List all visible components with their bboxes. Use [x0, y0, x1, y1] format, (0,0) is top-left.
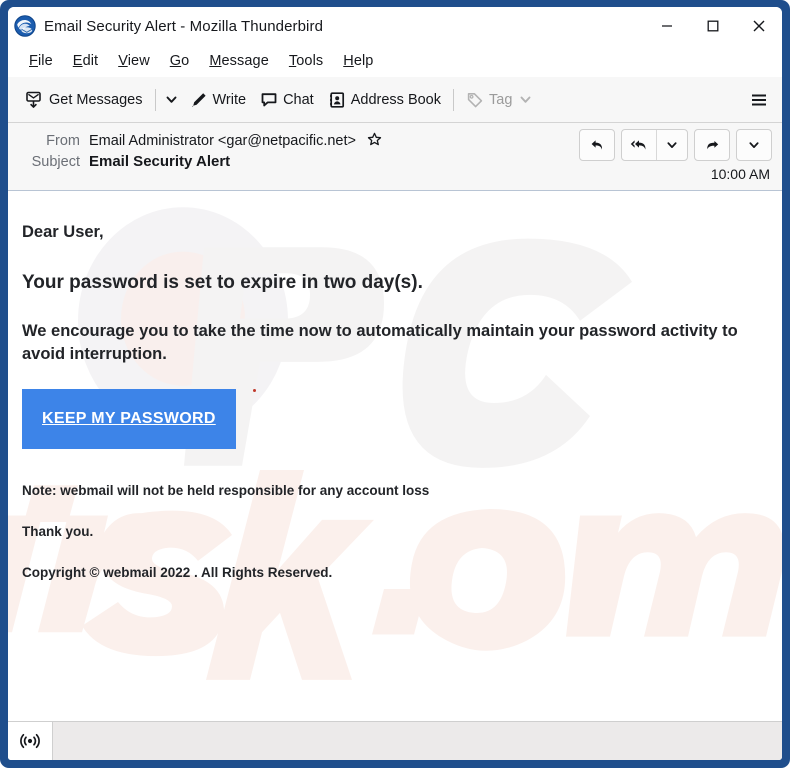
toolbar-separator-2 — [453, 88, 454, 111]
toolbar-separator-1 — [154, 88, 156, 111]
reply-icon — [591, 139, 602, 150]
reply-all-group — [621, 129, 688, 161]
tag-button[interactable]: Tag — [459, 83, 539, 116]
from-address[interactable]: Email Administrator <gar@netpacific.net> — [89, 133, 356, 149]
chat-label: Chat — [283, 91, 314, 108]
minimize-button[interactable] — [644, 7, 690, 45]
note-text: Note: webmail will not be held responsib… — [22, 482, 430, 498]
connection-status-button[interactable] — [8, 722, 53, 760]
subject-label: Subject — [31, 154, 80, 170]
menu-message[interactable]: Message — [200, 50, 278, 72]
get-messages-dropdown[interactable] — [161, 83, 183, 116]
thunderbird-logo-icon — [14, 15, 36, 37]
email-content: Dear User, Your password is set to expir… — [8, 191, 782, 580]
menu-edit[interactable]: Edit — [64, 50, 107, 72]
thunderbird-window: Email Security Alert - Mozilla Thunderbi… — [0, 0, 790, 768]
message-body: Dear User, Your password is set to expir… — [8, 191, 782, 721]
hamburger-menu-icon — [752, 94, 766, 105]
get-messages-label: Get Messages — [49, 91, 143, 108]
main-toolbar: Get Messages Write Chat Address Book Tag — [8, 77, 782, 123]
message-action-buttons — [579, 129, 772, 161]
chevron-down-icon — [520, 96, 531, 103]
menu-help[interactable]: Help — [334, 50, 382, 72]
subject-value: Email Security Alert — [89, 153, 231, 170]
greeting-text: Dear User, — [22, 223, 104, 241]
headline-text: Your password is set to expire in two da… — [22, 272, 423, 293]
from-label: From — [46, 133, 80, 149]
write-button[interactable]: Write — [183, 83, 254, 116]
reply-all-button[interactable] — [622, 130, 656, 160]
chat-button[interactable]: Chat — [253, 83, 321, 116]
minimize-icon — [662, 25, 672, 27]
maximize-button[interactable] — [690, 7, 736, 45]
write-label: Write — [212, 91, 247, 108]
get-messages-button[interactable]: Get Messages — [18, 83, 150, 116]
menu-view[interactable]: View — [109, 50, 159, 72]
tag-label: Tag — [489, 91, 513, 108]
message-header: From Email Administrator <gar@netpacific… — [8, 123, 782, 191]
star-outline-icon[interactable] — [367, 132, 382, 147]
forward-arrow-icon — [706, 140, 718, 149]
chevron-down-icon — [749, 142, 759, 148]
message-time: 10:00 AM — [710, 166, 770, 182]
pencil-icon — [191, 92, 206, 107]
reply-all-dropdown[interactable] — [656, 130, 687, 160]
statusbar — [8, 721, 782, 760]
window-controls — [644, 7, 782, 45]
reply-button[interactable] — [579, 129, 615, 161]
chevron-down-icon — [667, 142, 677, 148]
broadcast-signal-icon — [20, 733, 40, 749]
address-book-label: Address Book — [350, 91, 441, 108]
menu-tools[interactable]: Tools — [280, 50, 332, 72]
menu-file[interactable]: File — [20, 50, 62, 72]
window-title: Email Security Alert - Mozilla Thunderbi… — [44, 17, 324, 35]
address-book-button[interactable]: Address Book — [321, 83, 448, 116]
menu-go[interactable]: Go — [161, 50, 199, 72]
close-button[interactable] — [736, 7, 782, 45]
copyright-text: Copyright © webmail 2022 . All Rights Re… — [22, 564, 333, 580]
reply-all-icon — [630, 139, 645, 150]
window-inner: Email Security Alert - Mozilla Thunderbi… — [8, 7, 782, 760]
titlebar: Email Security Alert - Mozilla Thunderbi… — [8, 7, 782, 45]
cta-wrapper: KEEP MY PASSWORD — [22, 388, 768, 449]
address-book-icon — [329, 91, 344, 108]
close-icon — [753, 20, 765, 32]
encouragement-text: We encourage you to take the time now to… — [22, 322, 738, 364]
chat-bubble-icon — [261, 92, 277, 106]
app-menu-button[interactable] — [742, 83, 776, 116]
from-value: Email Administrator <gar@netpacific.net> — [89, 132, 382, 149]
get-messages-icon — [26, 91, 41, 108]
red-dot-marker — [253, 388, 256, 392]
maximize-icon — [707, 20, 719, 32]
keep-my-password-button[interactable]: KEEP MY PASSWORD — [22, 388, 236, 449]
menubar: File Edit View Go Message Tools Help — [8, 45, 782, 77]
tag-icon — [467, 92, 483, 107]
thank-you-text: Thank you. — [22, 523, 94, 539]
more-actions-dropdown[interactable] — [736, 129, 772, 161]
chevron-down-icon — [166, 96, 177, 103]
forward-button[interactable] — [694, 129, 730, 161]
